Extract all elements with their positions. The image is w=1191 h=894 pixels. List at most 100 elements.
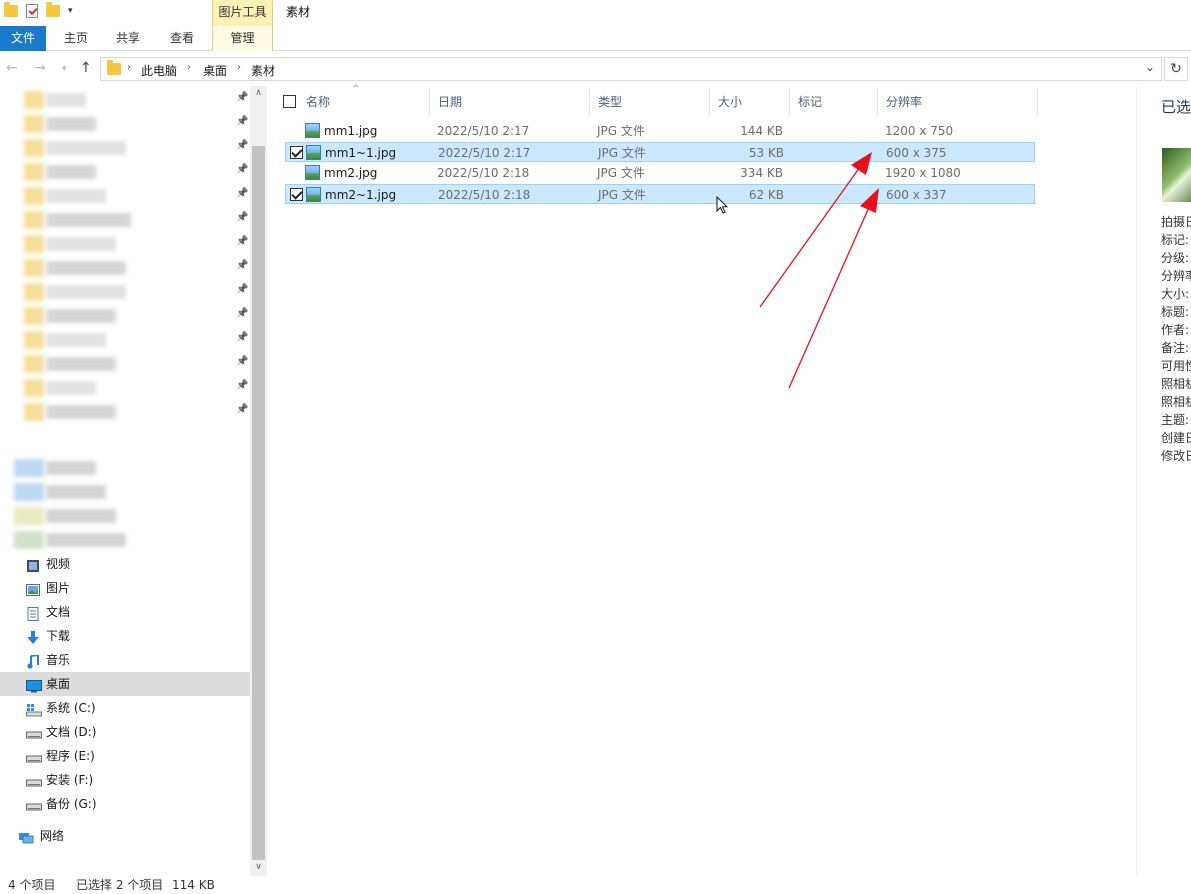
- column-tags[interactable]: 标记: [790, 88, 878, 116]
- pin-icon[interactable]: 📌: [236, 404, 248, 415]
- nav-item-library-4[interactable]: 音乐: [0, 648, 250, 672]
- recent-locations-icon[interactable]: ▾: [62, 64, 67, 74]
- pin-icon[interactable]: 📌: [236, 164, 248, 175]
- chevron-down-icon[interactable]: ▾: [68, 6, 73, 16]
- pin-icon[interactable]: 📌: [236, 260, 248, 271]
- file-row[interactable]: mm2~1.jpg 2022/5/10 2:18 JPG 文件 62 KB 600 x …: [285, 184, 1035, 204]
- quick-access-item[interactable]: 📌: [0, 112, 250, 136]
- chevron-right-icon[interactable]: ›: [237, 62, 241, 73]
- pin-icon[interactable]: 📌: [236, 140, 248, 151]
- redacted-item[interactable]: [0, 528, 250, 552]
- pin-icon[interactable]: 📌: [236, 92, 248, 103]
- file-name: mm2~1.jpg: [325, 188, 397, 202]
- nav-item-drive-2[interactable]: 程序 (E:): [0, 744, 250, 768]
- quick-access-item[interactable]: 📌: [0, 136, 250, 160]
- quick-access-item[interactable]: 📌: [0, 160, 250, 184]
- file-row[interactable]: mm2.jpg 2022/5/10 2:18 JPG 文件 334 KB 1920 x …: [285, 163, 1035, 183]
- column-size[interactable]: 大小: [710, 88, 790, 116]
- nav-item-drive-1[interactable]: 文档 (D:): [0, 720, 250, 744]
- quick-access-item[interactable]: 📌: [0, 184, 250, 208]
- up-arrow-icon[interactable]: ↑: [80, 60, 92, 76]
- quick-access-item[interactable]: 📌: [0, 328, 250, 352]
- quick-access-item[interactable]: 📌: [0, 352, 250, 376]
- nav-item-library-2[interactable]: 文档: [0, 600, 250, 624]
- file-resolution: 1920 x 1080: [885, 166, 961, 180]
- redacted-label: [46, 93, 86, 107]
- row-checkbox[interactable]: [290, 146, 303, 159]
- nav-item-library-desktop[interactable]: 桌面: [0, 672, 250, 696]
- quick-access-item[interactable]: 📌: [0, 376, 250, 400]
- nav-item-drive-4[interactable]: 备份 (G:): [0, 792, 250, 816]
- column-type[interactable]: 类型: [590, 88, 710, 116]
- column-name[interactable]: 名称: [298, 88, 430, 116]
- properties-icon[interactable]: [26, 4, 38, 18]
- scroll-down-icon[interactable]: ∨: [250, 862, 267, 872]
- file-size: 53 KB: [748, 146, 784, 160]
- nav-item-drive-0[interactable]: 系统 (C:): [0, 696, 250, 720]
- pin-icon[interactable]: 📌: [236, 188, 248, 199]
- tab-manage[interactable]: 管理: [212, 26, 273, 51]
- quick-access-item[interactable]: 📌: [0, 280, 250, 304]
- pin-icon[interactable]: 📌: [236, 212, 248, 223]
- tab-view[interactable]: 查看: [158, 26, 206, 51]
- nav-item-drive-3[interactable]: 安装 (F:): [0, 768, 250, 792]
- nav-item-library-3[interactable]: 下载: [0, 624, 250, 648]
- music-icon: [26, 653, 40, 669]
- breadcrumb-desktop[interactable]: 桌面: [203, 62, 227, 79]
- pin-icon[interactable]: 📌: [236, 236, 248, 247]
- nav-item-network[interactable]: 网络: [0, 824, 250, 848]
- nav-scrollbar[interactable]: ∧ ∨: [250, 86, 267, 876]
- pin-icon[interactable]: 📌: [236, 380, 248, 391]
- redacted-item[interactable]: [0, 504, 250, 528]
- row-checkbox[interactable]: [290, 188, 303, 201]
- file-size: 144 KB: [740, 124, 783, 138]
- redacted-item[interactable]: [0, 456, 250, 480]
- quick-access-item[interactable]: 📌: [0, 400, 250, 424]
- nav-item-library-1[interactable]: 图片: [0, 576, 250, 600]
- column-date[interactable]: 日期: [430, 88, 590, 116]
- title-bar: ▾ 图片工具 素材: [0, 0, 1191, 26]
- forward-arrow-icon[interactable]: →: [34, 60, 46, 76]
- quick-access-item[interactable]: 📌: [0, 304, 250, 328]
- tab-share[interactable]: 共享: [104, 26, 152, 51]
- file-type: JPG 文件: [597, 166, 645, 180]
- file-type: JPG 文件: [598, 146, 646, 160]
- quick-access-item[interactable]: 📌: [0, 88, 250, 112]
- pin-icon[interactable]: 📌: [236, 308, 248, 319]
- ribbon-tabs: 文件 主页 共享 查看 管理: [0, 26, 1191, 51]
- breadcrumb-current-folder[interactable]: 素材: [251, 62, 275, 79]
- redacted-label: [46, 285, 126, 299]
- new-folder-icon[interactable]: [46, 2, 60, 17]
- window-title: 素材: [286, 5, 311, 19]
- redacted-item[interactable]: [0, 480, 250, 504]
- quick-access-item[interactable]: 📌: [0, 208, 250, 232]
- file-row[interactable]: mm1~1.jpg 2022/5/10 2:17 JPG 文件 53 KB 600 x …: [285, 142, 1035, 162]
- column-header: 名称 日期 类型 大小 标记 分辨率: [270, 88, 1040, 116]
- refresh-icon[interactable]: ↻: [1164, 57, 1188, 81]
- back-arrow-icon[interactable]: ←: [6, 60, 18, 76]
- tab-file[interactable]: 文件: [0, 26, 46, 51]
- file-row[interactable]: mm1.jpg 2022/5/10 2:17 JPG 文件 144 KB 1200 x …: [285, 121, 1035, 141]
- file-date: 2022/5/10 2:17: [437, 124, 530, 138]
- breadcrumb-this-pc[interactable]: 此电脑: [141, 62, 177, 79]
- folder-icon[interactable]: [4, 2, 18, 17]
- chevron-right-icon[interactable]: ›: [187, 62, 191, 73]
- scroll-up-icon[interactable]: ∧: [250, 88, 267, 98]
- chevron-right-icon[interactable]: ›: [127, 62, 131, 73]
- quick-access-item[interactable]: 📌: [0, 232, 250, 256]
- annotation-arrow: [788, 188, 879, 389]
- chevron-down-icon[interactable]: ⌄: [1145, 60, 1155, 74]
- pin-icon[interactable]: 📌: [236, 356, 248, 367]
- address-bar[interactable]: › 此电脑 › 桌面 › 素材 ⌄: [100, 57, 1162, 81]
- pin-icon[interactable]: 📌: [236, 332, 248, 343]
- column-resolution[interactable]: 分辨率: [878, 88, 1038, 116]
- tab-home[interactable]: 主页: [52, 26, 100, 51]
- nav-item-library-0[interactable]: 视频: [0, 552, 250, 576]
- scroll-thumb[interactable]: [252, 146, 265, 860]
- pin-icon[interactable]: 📌: [236, 116, 248, 127]
- file-type: JPG 文件: [598, 188, 646, 202]
- redacted-label: [46, 117, 96, 131]
- pin-icon[interactable]: 📌: [236, 284, 248, 295]
- quick-access-item[interactable]: 📌: [0, 256, 250, 280]
- file-resolution: 600 x 375: [886, 146, 947, 160]
